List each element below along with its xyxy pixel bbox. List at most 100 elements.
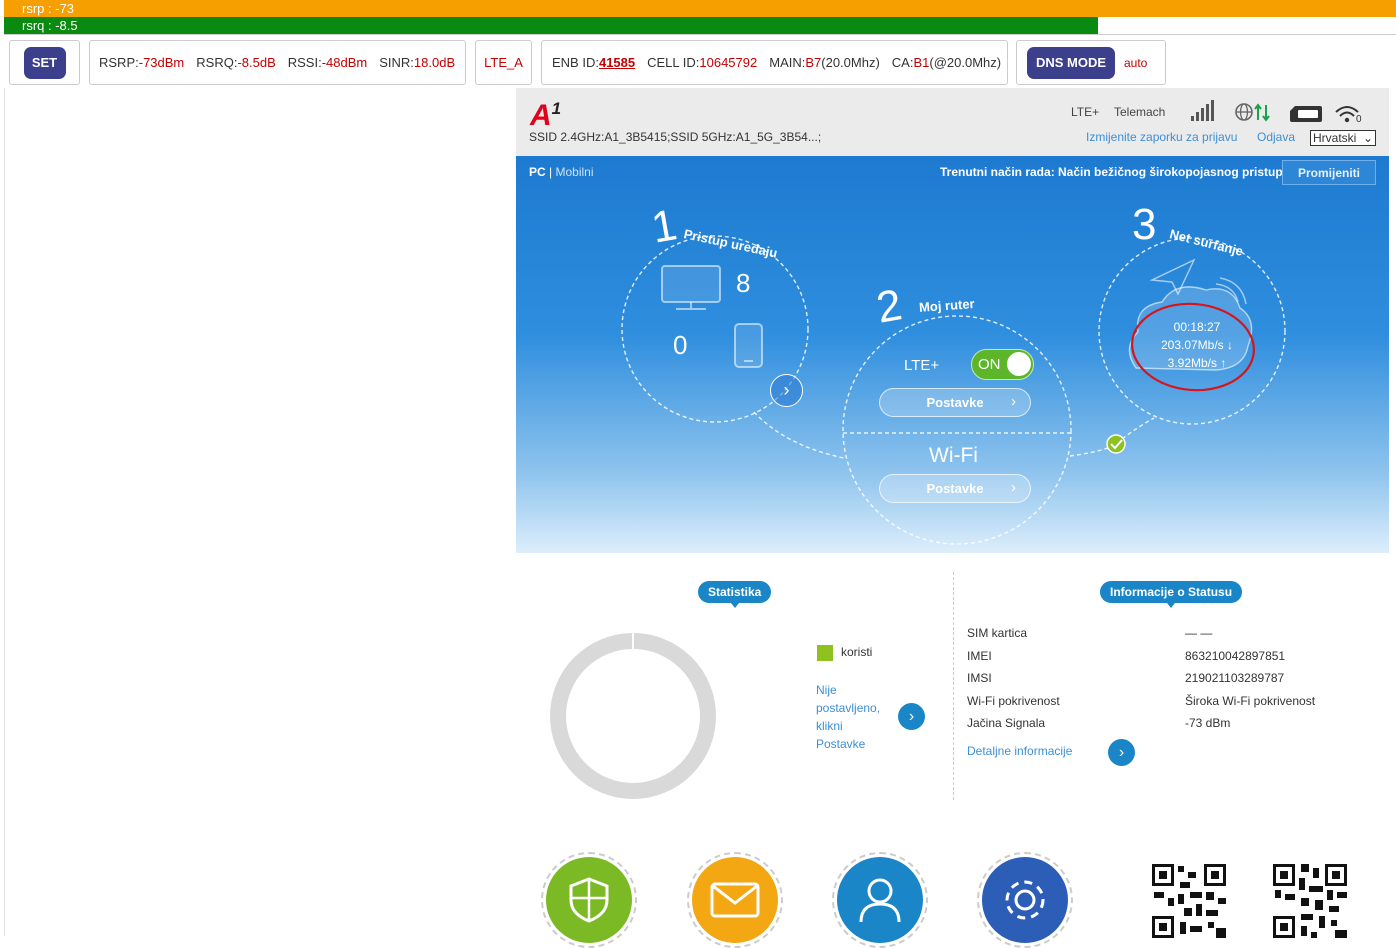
rssi-label: RSSI: [287, 55, 322, 70]
main-bandwidth: (20.0Mhz) [821, 55, 880, 70]
rsrp-bar: rsrp : -73 [4, 0, 1396, 17]
ca-label: CA: [891, 55, 914, 70]
main-label: MAIN: [769, 55, 806, 70]
lte-label: LTE+ [904, 357, 940, 374]
gear-icon [1005, 880, 1045, 920]
dashboard-panel: PC | Mobilni Trenutni način rada: Način … [516, 156, 1389, 553]
router-settings-button[interactable]: Postavke › [879, 388, 1031, 417]
security-button[interactable] [541, 852, 637, 948]
messages-button[interactable] [687, 852, 783, 948]
chevron-right-icon: › [1118, 743, 1125, 761]
not-set-line: Postavke [816, 737, 866, 751]
enb-label: ENB ID: [552, 55, 599, 70]
sinr-label: SINR: [379, 55, 414, 70]
sim-card-value: — — [1185, 626, 1213, 640]
uptime: 00:18:27 [1173, 320, 1221, 334]
router-settings-label: Postavke [926, 395, 984, 410]
pc-device-count: 8 [736, 268, 751, 298]
dns-box: DNS MODE auto [1016, 40, 1166, 85]
chevron-right-icon: › [1011, 393, 1016, 410]
language-select[interactable]: Hrvatski ⌄ [1310, 130, 1376, 146]
settings-button[interactable] [977, 852, 1073, 948]
used-legend-swatch [817, 645, 833, 661]
router-circle [842, 315, 1072, 545]
details-link[interactable]: Detaljne informacije [967, 744, 1072, 758]
chevron-down-icon: ⌄ [1362, 131, 1373, 145]
operator-name: Telemach [1114, 105, 1166, 119]
wifi-coverage-value: Široka Wi-Fi pokrivenost [1185, 693, 1316, 708]
signal-info-box: RSRP: -73dBm RSRQ: -8.5dB RSSI: -48dBm SINR… [89, 40, 466, 85]
status-info-badge: Informacije o Statusu [1100, 581, 1243, 608]
qr-code-icon [1271, 862, 1349, 940]
view-mobile-link[interactable]: Mobilni [555, 165, 593, 179]
lte-toggle-label: ON [978, 356, 1001, 373]
rsrq-value: -8.5dB [237, 55, 276, 70]
router-header: A1 SSID 2.4GHz:A1_3B5415;SSID 5GHz:A1_5G… [516, 88, 1389, 156]
logout-link[interactable]: Odjava [1257, 130, 1295, 144]
link-1-2 [753, 411, 845, 459]
ca-value: B1 [913, 55, 930, 70]
ca-bandwidth: (@20.0Mhz) [929, 55, 1002, 70]
a1-logo: A1 [530, 99, 562, 132]
change-password-link[interactable]: Izmijenite zaporku za prijavu [1086, 130, 1237, 144]
view-switch: PC | Mobilni [529, 165, 594, 179]
usage-donut-chart [550, 632, 716, 799]
divider [4, 34, 1396, 35]
change-mode-button[interactable]: Promijeniti [1282, 160, 1376, 185]
rsrq-bar: rsrq : -8.5 [4, 17, 1098, 34]
status-labels: SIM kartica IMEI IMSI Wi-Fi pokrivenost … [967, 622, 1060, 735]
signal-strength-label: Jačina Signala [967, 716, 1046, 730]
wifi-settings-button[interactable]: Postavke › [879, 474, 1031, 503]
cell-label: CELL ID: [647, 55, 700, 70]
rsrq-label: RSRQ: [196, 55, 238, 70]
imei-value: 863210042897851 [1185, 648, 1286, 663]
sim-card-icon [1290, 106, 1322, 122]
not-set-line: Nije [816, 683, 837, 697]
mobile-device-count: 0 [673, 330, 688, 360]
rsrp-label: RSRP: [99, 55, 139, 70]
current-mode-text: Trenutni način rada: Način bežičnog širo… [940, 165, 1290, 179]
imsi-label: IMSI [967, 671, 992, 685]
ssid-text: SSID 2.4GHz:A1_3B5415;SSID 5GHz:A1_5G_3B… [529, 130, 822, 144]
computer-icon [661, 265, 721, 310]
details-arrow-button[interactable]: › [1108, 739, 1135, 766]
view-pc-link[interactable]: PC [529, 165, 546, 179]
chevron-right-icon: › [1011, 479, 1016, 496]
upload-speed: 3.92Mb/s ↑ [1167, 356, 1227, 370]
language-select-value: Hrvatski [1313, 131, 1357, 145]
wifi-coverage-label: Wi-Fi pokrivenost [967, 693, 1060, 708]
not-set-link[interactable]: Nije postavljeno, klikni Postavke [816, 681, 880, 753]
network-type: LTE+ [1071, 105, 1100, 119]
set-button[interactable]: SET [23, 46, 66, 79]
left-border [4, 88, 5, 936]
internet-globe-icon [1235, 103, 1270, 122]
envelope-icon [710, 882, 760, 918]
rsrp-bar-label: rsrp : -73 [22, 1, 75, 16]
toggle-knob [1007, 352, 1031, 376]
signal-strength-icon [1191, 100, 1214, 121]
connected-check-icon [1106, 434, 1126, 454]
qr-code-icon [1150, 862, 1228, 940]
user-icon [859, 878, 901, 923]
used-legend-label: koristi [841, 645, 873, 659]
connection-stats: 00:18:27 203.07Mb/s ↓ 3.92Mb/s ↑ [1136, 318, 1258, 372]
device-access-arrow-button[interactable]: › [770, 374, 803, 407]
not-set-line: postavljeno, [816, 701, 881, 715]
enb-link[interactable]: 41585 [599, 55, 635, 70]
statistics-badge: Statistika [698, 581, 772, 608]
cell-value: 10645792 [699, 55, 758, 70]
dns-mode-value: auto [1124, 55, 1148, 70]
network-mode: LTE_A [484, 55, 523, 70]
sim-card-label: SIM kartica [967, 626, 1028, 640]
cell-info-box: ENB ID: 41585 CELL ID: 10645792 MAIN: B7 (20… [541, 40, 1008, 85]
status-values: — — 863210042897851 219021103289787 Širo… [1185, 622, 1315, 735]
rssi-value: -48dBm [321, 55, 368, 70]
chevron-right-icon: › [908, 707, 915, 725]
imei-label: IMEI [967, 648, 992, 663]
account-button[interactable] [832, 852, 928, 948]
statistics-arrow-button[interactable]: › [898, 703, 925, 730]
mode-box: LTE_A [475, 40, 532, 85]
lte-toggle[interactable]: ON [971, 349, 1034, 380]
phone-icon [734, 323, 763, 368]
dns-mode-button[interactable]: DNS MODE [1027, 46, 1115, 79]
